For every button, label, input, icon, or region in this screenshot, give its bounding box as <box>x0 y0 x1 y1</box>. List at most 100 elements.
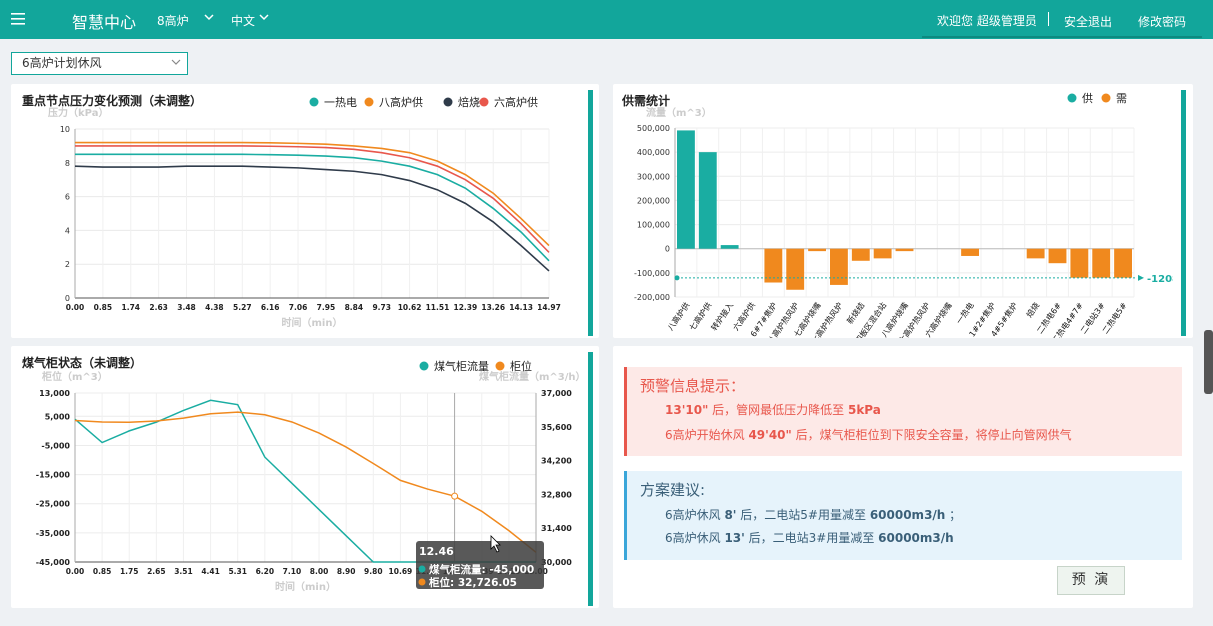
bar <box>1092 248 1111 278</box>
y-right-axis-label: 煤气柜流量（m^3/h） <box>479 370 586 383</box>
suggestion-text: 6高炉休风 <box>665 508 725 522</box>
y-tick-label: 10 <box>60 125 70 134</box>
warning-time: 13'10" <box>665 403 709 417</box>
app-title: 智慧中心 <box>72 13 137 32</box>
x-tick-label: 13.26 <box>481 303 505 312</box>
reference-marker <box>674 275 680 281</box>
suggestion-value: 60000m3/h <box>878 531 954 545</box>
y-left-tick-label: -45,000 <box>36 558 71 567</box>
series-line <box>74 411 537 553</box>
furnace-selector[interactable]: 8高炉 <box>157 12 189 29</box>
language-selector[interactable]: 中文 <box>231 12 255 29</box>
bar <box>808 248 826 252</box>
x-tick-label: 10.69 <box>389 567 413 576</box>
x-tick-label: 1.74 <box>122 303 141 312</box>
chevron-down-icon[interactable] <box>204 14 214 22</box>
x-tick-label: 4.41 <box>201 567 220 576</box>
x-tick-label: 1.75 <box>120 567 139 576</box>
scrollbar[interactable] <box>1204 330 1213 394</box>
x-tick-label: 7.10 <box>283 567 302 576</box>
x-tick-label: 10.62 <box>398 303 422 312</box>
y-right-tick-label: 30,000 <box>541 558 572 567</box>
pressure-panel: 重点节点压力变化预测（未调整） 0 2 4 6 8 10 0.00 0.85 1.74 2.63 3… <box>11 84 599 338</box>
suggestion-value: 60000m3/h <box>869 508 946 522</box>
x-axis-label: 时间（min） <box>275 580 336 593</box>
suggestion-time: 13' <box>724 531 745 545</box>
y-right-tick-label: 34,200 <box>541 457 572 466</box>
app-header: 智慧中心 8高炉 中文 欢迎您 超级管理员 安全退出 修改密码 <box>0 0 1213 39</box>
bar <box>1114 248 1132 278</box>
suggestion-time: 8' <box>724 508 737 522</box>
legend-label: 六高炉供 <box>494 95 538 109</box>
y-right-tick-label: 35,600 <box>541 423 572 432</box>
warning-text: 6高炉开始休风 <box>665 428 749 442</box>
warning-text: 后，管网最低压力降低至 <box>708 403 848 417</box>
series-line <box>75 153 550 262</box>
suggestion-text: ； <box>945 508 962 522</box>
x-tick-label: 14.13 <box>509 303 533 312</box>
bar <box>851 248 870 261</box>
y-tick-label: 0 <box>665 245 670 254</box>
warning-time: 49'40" <box>748 428 792 442</box>
y-left-tick-label: 13,000 <box>39 389 70 398</box>
bar <box>698 152 717 249</box>
series-line <box>74 399 536 563</box>
warning-text: 后，煤气柜柜位到下限安全容量，将停止向管网供气 <box>791 428 1072 442</box>
suggestion-title: 方案建议: <box>640 481 706 499</box>
x-tick-label: 6.16 <box>261 303 280 312</box>
supply-panel: 供需统计 -200,000 -100,000 0 100,000 200,000 300,… <box>613 84 1193 338</box>
bar <box>873 248 892 259</box>
bar <box>1048 248 1067 264</box>
simulate-button[interactable]: 预 演 <box>1057 566 1125 595</box>
legend-dot <box>1101 93 1111 103</box>
x-tick-label: 0.00 <box>66 567 85 576</box>
y-tick-label: 0 <box>65 294 70 303</box>
suggestion-text: 6高炉休风 <box>665 531 725 545</box>
tooltip-dot <box>418 565 426 573</box>
bar <box>720 245 739 249</box>
y-tick-label: -100,000 <box>634 269 670 278</box>
x-tick-label: 新烧结 <box>844 300 866 325</box>
chevron-down-icon[interactable] <box>259 14 269 22</box>
x-tick-label: 8.90 <box>337 567 356 576</box>
suggestion-line-1: 6高炉休风 8' 后，二电站5#用量减至 60000m3/h ； <box>665 506 961 523</box>
suggestion-line-2: 6高炉休风 13' 后，二电站3#用量减至 60000m3/h <box>665 529 954 546</box>
y-tick-label: 8 <box>65 159 70 168</box>
y-tick-label: -200,000 <box>634 293 670 302</box>
tooltip-level: 柜位: 32,726.05 <box>428 576 517 589</box>
y-tick-label: 200,000 <box>637 196 670 205</box>
x-tick-label: 14.97 <box>537 303 561 312</box>
change-password-link[interactable]: 修改密码 <box>1138 13 1186 30</box>
legend-dot <box>419 361 429 371</box>
y-tick-label: 100,000 <box>637 221 670 230</box>
x-tick-label: 7.95 <box>317 303 336 312</box>
menu-icon[interactable] <box>11 13 25 25</box>
y-tick-label: 4 <box>65 226 70 235</box>
y-right-tick-label: 31,400 <box>541 524 572 533</box>
scenario-select-value: 6高炉计划休风 <box>22 56 102 70</box>
scenario-select[interactable]: 6高炉计划休风 <box>11 52 188 75</box>
bar <box>830 248 848 285</box>
tooltip-flow: 煤气柜流量: -45,000 <box>429 563 534 576</box>
y-right-tick-label: 32,800 <box>541 490 572 499</box>
pressure-chart: 0 2 4 6 8 10 0.00 0.85 1.74 2.63 3.48 4.38 5.27 6.16 7… <box>48 95 561 329</box>
legend-dot <box>1067 93 1077 103</box>
logout-link[interactable]: 安全退出 <box>1064 13 1112 30</box>
x-tick-label: 0.85 <box>93 567 112 576</box>
bar <box>677 130 695 249</box>
legend-label: 一热电 <box>324 96 357 109</box>
suggestion-text: 后，二电站5#用量减至 <box>736 508 870 522</box>
y-left-tick-label: -15,000 <box>36 471 71 480</box>
suggestion-box: 方案建议: 6高炉休风 8' 后，二电站5#用量减至 60000m3/h ； 6… <box>624 471 1182 560</box>
y-left-tick-label: -25,000 <box>36 500 71 509</box>
x-tick-label: 9.73 <box>372 303 391 312</box>
y-tick-label: 2 <box>65 260 70 269</box>
welcome-text: 欢迎您 超级管理员 <box>937 14 1037 28</box>
warning-line-1: 13'10" 后，管网最低压力降低至 5kPa <box>665 401 881 418</box>
x-tick-label: 0.85 <box>94 303 113 312</box>
legend-dot <box>443 97 453 107</box>
y-left-tick-label: 5,000 <box>45 412 71 421</box>
x-tick-label: 4.38 <box>205 303 224 312</box>
reference-arrow <box>1138 274 1144 281</box>
x-tick-label: 8.00 <box>310 567 329 576</box>
